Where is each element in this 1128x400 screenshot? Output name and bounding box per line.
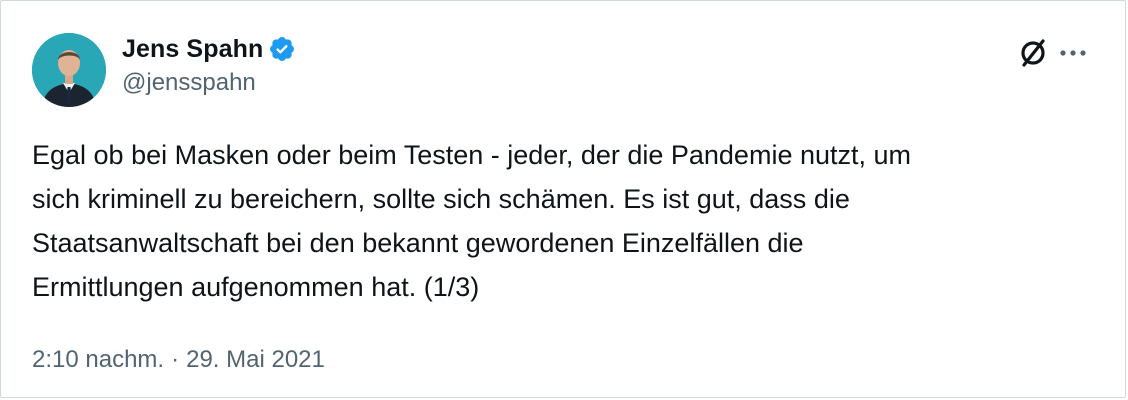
verified-badge-icon[interactable] — [268, 35, 296, 63]
x-logo-button[interactable] — [1013, 35, 1053, 71]
avatar-image — [32, 33, 106, 107]
x-logo-icon — [1021, 39, 1045, 67]
timestamp-row: 2:10 nachm. · 29. Mai 2021 — [32, 346, 325, 374]
name-row: Jens Spahn — [122, 31, 296, 67]
more-options-icon — [1060, 50, 1086, 56]
more-options-button[interactable] — [1053, 35, 1093, 71]
author-info: Jens Spahn @jensspahn — [122, 31, 296, 97]
avatar[interactable] — [32, 33, 106, 107]
timestamp-separator: · — [171, 346, 180, 373]
header-actions — [1013, 35, 1093, 71]
tweet-date-link[interactable]: 29. Mai 2021 — [186, 346, 325, 374]
tweet-time-link[interactable]: 2:10 nachm. — [32, 346, 164, 374]
handle[interactable]: @jensspahn — [122, 69, 296, 97]
tweet-card: Jens Spahn @jensspahn Egal ob bei Masken… — [0, 0, 1126, 398]
display-name[interactable]: Jens Spahn — [122, 35, 263, 64]
tweet-text: Egal ob bei Masken oder beim Testen - je… — [32, 140, 912, 302]
